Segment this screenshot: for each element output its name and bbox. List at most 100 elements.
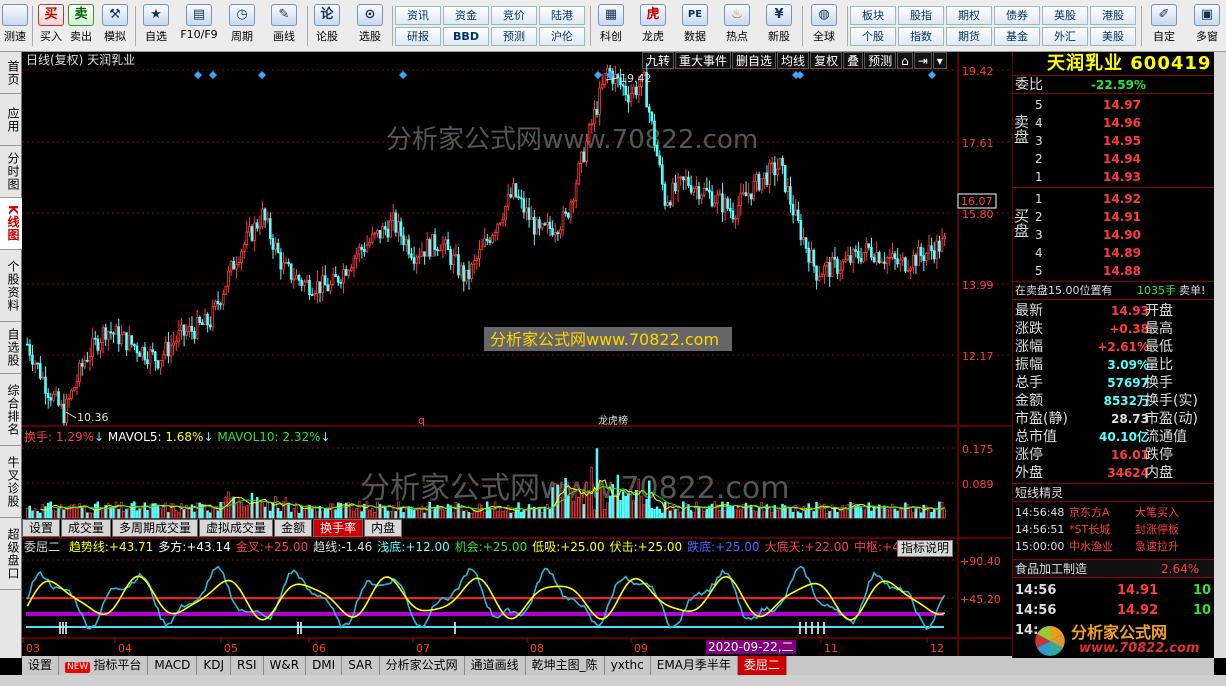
tab-volume-settings[interactable]: 设置 (22, 519, 61, 537)
window-icon[interactable]: ⌂ (897, 52, 913, 69)
event-marker-icon[interactable] (258, 71, 266, 79)
sprite-row[interactable]: 14:56:51 *ST长城 封涨停板 (1013, 521, 1213, 539)
index-button[interactable]: 指数 (898, 27, 944, 46)
tab-stock-profile[interactable]: 个股资料 (0, 250, 22, 322)
sell-order-row[interactable]: 2 14.94 (1013, 150, 1213, 168)
sell-order-row[interactable]: 5 14.97 (1013, 96, 1213, 114)
f10-button[interactable]: ▤ F10/F9 (178, 4, 220, 48)
tab-volume[interactable]: 成交量 (61, 519, 112, 537)
news-button[interactable]: 资讯 (395, 6, 441, 25)
sprite-row[interactable]: 14:56:48 京东方A 大笔买入 (1013, 504, 1213, 522)
global-button[interactable]: ◍ 全球 (806, 4, 842, 48)
buy-order-row[interactable]: 5 14.88 (1013, 262, 1213, 280)
overlay-button[interactable]: 叠 (843, 52, 864, 69)
multi-window-button[interactable]: ▣ 多窗 (1190, 4, 1224, 48)
indicator-tab-12[interactable]: EMA月季半年 (651, 656, 738, 675)
indicator-tab-6[interactable]: DMI (306, 656, 343, 675)
bbd-button[interactable]: BBD (443, 27, 489, 46)
tab-virtual-volume[interactable]: 虚拟成交量 (199, 519, 274, 537)
simulate-button[interactable]: ⚒ 模拟 (100, 4, 130, 48)
sprite-row[interactable]: 15:00:00 中水渔业 急速拉升 (1013, 538, 1213, 556)
forecast-chart-button[interactable]: 预测 (864, 52, 897, 69)
tab-kline[interactable]: K线图 (0, 198, 22, 250)
major-events-button[interactable]: 重大事件 (675, 52, 732, 69)
sector-row[interactable]: 食品加工制造 2.64% (1013, 560, 1214, 578)
tab-super-level2[interactable]: 超级盘口 (0, 518, 22, 590)
tab-turnover[interactable]: 换手率 (313, 519, 364, 537)
right-scrollbar[interactable] (1214, 52, 1226, 658)
stock-index-futures-button[interactable]: 股指 (898, 6, 944, 25)
forecast-button[interactable]: 预测 (491, 27, 537, 46)
indicator-tab-9[interactable]: 通道画线 (465, 656, 526, 675)
draw-line-button[interactable]: ✎ 画线 (266, 4, 302, 48)
bonds-button[interactable]: 债券 (994, 6, 1040, 25)
capital-button[interactable]: 资金 (443, 6, 489, 25)
event-marker-icon[interactable] (194, 71, 202, 79)
indicator-tab-10[interactable]: 乾坤主图_陈 (526, 656, 605, 675)
event-marker-icon[interactable] (606, 71, 614, 79)
sell-order-row[interactable]: 4 14.96 (1013, 114, 1213, 132)
uk-stock-button[interactable]: 英股 (1042, 6, 1088, 25)
tab-home[interactable]: 首页 (0, 52, 22, 94)
indicator-tab-2[interactable]: MACD (148, 656, 198, 675)
indicator-tab-11[interactable]: yxthc (605, 656, 651, 675)
event-marker-icon[interactable] (594, 71, 602, 79)
options-button[interactable]: 期权 (946, 6, 992, 25)
event-marker-icon[interactable] (209, 71, 217, 79)
period-button[interactable]: ◷ 周期 (224, 4, 260, 48)
buy-order-row[interactable]: 1 14.92 (1013, 190, 1213, 208)
single-stock-button[interactable]: 个股 (850, 27, 896, 46)
sell-order-row[interactable]: 3 14.95 (1013, 132, 1213, 150)
indicator-tab-1[interactable]: NEW 指标平台 (59, 656, 149, 675)
event-marker-icon[interactable] (792, 71, 800, 79)
funds-button[interactable]: 基金 (994, 27, 1040, 46)
buy-order-row[interactable]: 2 14.91 (1013, 208, 1213, 226)
indicator-tab-7[interactable]: SAR (342, 656, 380, 675)
remove-watchlist-button[interactable]: 删自选 (732, 52, 777, 69)
indicator-explain-button[interactable]: 指标说明 (897, 540, 954, 557)
forex-button[interactable]: 外汇 (1042, 27, 1088, 46)
auction-button[interactable]: 竞价 (491, 6, 537, 25)
tab-ranking[interactable]: 综合排名 (0, 374, 22, 446)
indicator-tab-5[interactable]: W&R (264, 656, 307, 675)
pick-stock-button[interactable]: ⊙ 选股 (354, 4, 386, 48)
tab-multi-period-volume[interactable]: 多周期成交量 (112, 519, 199, 537)
indicator-tab-13[interactable]: 委屈二 (737, 656, 787, 675)
buy-button[interactable]: 买 买入 (38, 4, 64, 48)
us-stock-button[interactable]: 美股 (1090, 27, 1136, 46)
adjust-price-button[interactable]: 复权 (810, 52, 843, 69)
nine-turn-button[interactable]: 九转 (642, 52, 675, 69)
buy-order-row[interactable]: 3 14.90 (1013, 226, 1213, 244)
sector-button[interactable]: 板块 (850, 6, 896, 25)
tab-intraday[interactable]: 分时图 (0, 146, 22, 198)
customize-button[interactable]: ✐ 自定 (1146, 4, 1182, 48)
moving-average-button[interactable]: 均线 (777, 52, 810, 69)
buy-order-row[interactable]: 4 14.89 (1013, 244, 1213, 262)
indicator-tab-0[interactable]: 设置 (22, 656, 60, 675)
connect-button[interactable]: 测速 (2, 4, 28, 48)
tab-diagnosis[interactable]: 牛叉诊股 (0, 446, 22, 518)
tab-inner-volume[interactable]: 内盘 (364, 519, 403, 537)
indicator-tab-3[interactable]: KDJ (197, 656, 231, 675)
hot-spot-button[interactable]: ♨ 热点 (720, 4, 754, 48)
hk-connect-button[interactable]: 陆港 (539, 6, 585, 25)
data-button[interactable]: PE 数据 (678, 4, 712, 48)
tab-apps[interactable]: 应用 (0, 94, 22, 146)
indicator-tab-8[interactable]: 分析家公式网 (380, 656, 465, 675)
tab-amount[interactable]: 金额 (274, 519, 313, 537)
futures-button[interactable]: 期货 (946, 27, 992, 46)
dragon-tiger-button[interactable]: 虎 龙虎 (636, 4, 670, 48)
sci-tech-button[interactable]: ▦ 科创 (594, 4, 628, 48)
event-marker-icon[interactable] (399, 71, 407, 79)
hk-stock-button[interactable]: 港股 (1090, 6, 1136, 25)
event-marker-icon[interactable] (796, 71, 804, 79)
discuss-button[interactable]: 论 论股 (312, 4, 342, 48)
indicator-tab-4[interactable]: RSI (231, 656, 264, 675)
event-marker-icon[interactable] (928, 71, 936, 79)
watchlist-button[interactable]: ★ 自选 (140, 4, 172, 48)
sell-order-row[interactable]: 1 14.93 (1013, 168, 1213, 186)
research-button[interactable]: 研报 (395, 27, 441, 46)
shanghai-london-button[interactable]: 沪伦 (539, 27, 585, 46)
sell-button[interactable]: 卖 卖出 (68, 4, 94, 48)
dropdown-icon[interactable]: ▾ (932, 52, 947, 69)
